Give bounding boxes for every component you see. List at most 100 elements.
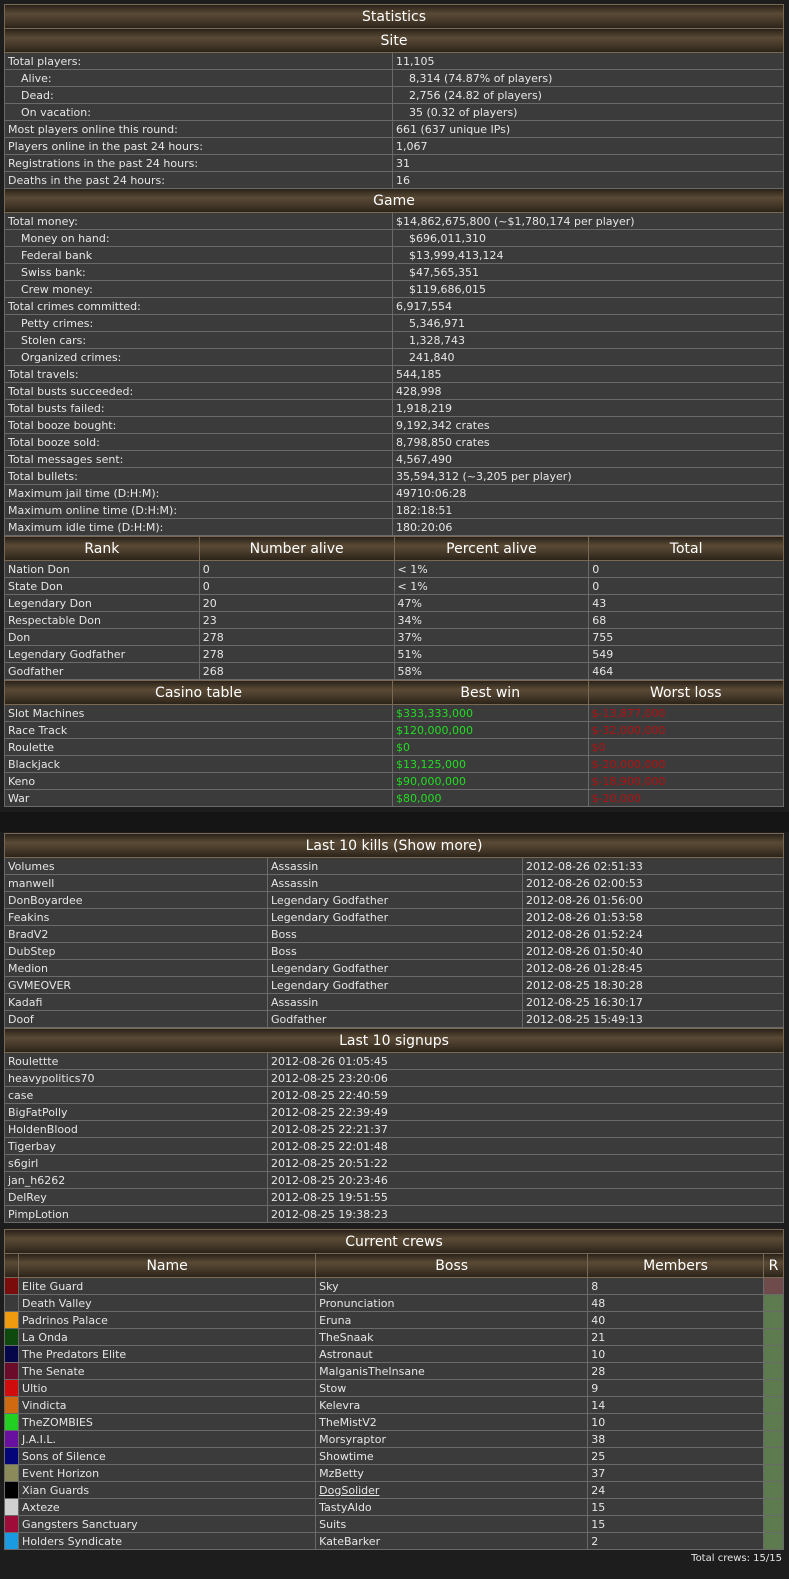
crew-boss-link[interactable]: MzBetty bbox=[315, 1464, 589, 1482]
crew-name-link[interactable]: Xian Guards bbox=[18, 1481, 317, 1499]
casino-game: Blackjack bbox=[4, 755, 393, 773]
activity-panel: Last 10 kills (Show more) Volumes Assassi… bbox=[4, 833, 784, 1223]
crew-row[interactable]: Vindicta Kelevra 14 bbox=[3, 1396, 785, 1414]
casino-best-win: $80,000 bbox=[392, 789, 589, 807]
signup-row: PimpLotion 2012-08-25 19:38:23 bbox=[4, 1205, 784, 1223]
crew-name-link[interactable]: Gangsters Sanctuary bbox=[18, 1515, 317, 1533]
signup-player-link[interactable]: PimpLotion bbox=[4, 1205, 268, 1223]
crew-boss-link[interactable]: Stow bbox=[315, 1379, 589, 1397]
stat-label: Deaths in the past 24 hours: bbox=[4, 171, 393, 189]
crew-row[interactable]: Elite Guard Sky 8 bbox=[3, 1277, 785, 1295]
crew-boss-link[interactable]: DogSolider bbox=[315, 1481, 589, 1499]
crew-name-link[interactable]: The Predators Elite bbox=[18, 1345, 317, 1363]
crew-boss-link[interactable]: KateBarker bbox=[315, 1532, 589, 1550]
rank-cell: 278 bbox=[198, 628, 395, 646]
casino-row: Roulette $0 $0 bbox=[4, 738, 784, 756]
rank-row: Legendary Godfather 278 51% 549 bbox=[4, 645, 784, 663]
crew-name-link[interactable]: Death Valley bbox=[18, 1294, 317, 1312]
crew-row[interactable]: The Senate MalganisTheInsane 28 bbox=[3, 1362, 785, 1380]
crew-boss-link[interactable]: MalganisTheInsane bbox=[315, 1362, 589, 1380]
crew-color-swatch bbox=[3, 1379, 20, 1397]
kill-row: manwell Assassin 2012-08-26 02:00:53 bbox=[4, 874, 784, 892]
crew-row[interactable]: Holders Syndicate KateBarker 2 bbox=[3, 1532, 785, 1550]
crew-name-link[interactable]: Elite Guard bbox=[18, 1277, 317, 1295]
crew-name-link[interactable]: J.A.I.L. bbox=[18, 1430, 317, 1448]
kill-player-link[interactable]: DubStep bbox=[4, 942, 268, 960]
signup-player-link[interactable]: Tigerbay bbox=[4, 1137, 268, 1155]
signup-player-link[interactable]: s6girl bbox=[4, 1154, 268, 1172]
game-row: Crew money: $119,686,015 bbox=[4, 280, 784, 298]
crew-boss-link[interactable]: TheSnaak bbox=[315, 1328, 589, 1346]
crew-boss-link[interactable]: Suits bbox=[315, 1515, 589, 1533]
crew-boss-link[interactable]: Eruna bbox=[315, 1311, 589, 1329]
crew-name-link[interactable]: Axteze bbox=[18, 1498, 317, 1516]
casino-game: War bbox=[4, 789, 393, 807]
crew-row[interactable]: La Onda TheSnaak 21 bbox=[3, 1328, 785, 1346]
crew-boss-link[interactable]: TheMistV2 bbox=[315, 1413, 589, 1431]
signup-player-link[interactable]: case bbox=[4, 1086, 268, 1104]
kill-row: GVMEOVER Legendary Godfather 2012-08-25 18… bbox=[4, 976, 784, 994]
stat-value: 2,756 (24.82 of players) bbox=[392, 86, 784, 104]
kill-player-link[interactable]: Doof bbox=[4, 1010, 268, 1028]
crew-name-link[interactable]: The Senate bbox=[18, 1362, 317, 1380]
kill-player-link[interactable]: Kadafi bbox=[4, 993, 268, 1011]
kill-rank: Legendary Godfather bbox=[267, 908, 523, 926]
rank-cell: 47% bbox=[393, 594, 590, 612]
crew-boss-link[interactable]: Showtime bbox=[315, 1447, 589, 1465]
signup-player-link[interactable]: HoldenBlood bbox=[4, 1120, 268, 1138]
signup-time: 2012-08-25 20:51:22 bbox=[267, 1154, 784, 1172]
game-row: Money on hand: $696,011,310 bbox=[4, 229, 784, 247]
kill-player-link[interactable]: GVMEOVER bbox=[4, 976, 268, 994]
crew-name-link[interactable]: TheZOMBIES bbox=[18, 1413, 317, 1431]
crew-row[interactable]: Axteze TastyAldo 15 bbox=[3, 1498, 785, 1516]
crew-name-link[interactable]: Holders Syndicate bbox=[18, 1532, 317, 1550]
crew-row[interactable]: Death Valley Pronunciation 48 bbox=[3, 1294, 785, 1312]
crew-row[interactable]: Event Horizon MzBetty 37 bbox=[3, 1464, 785, 1482]
crew-boss-link[interactable]: Morsyraptor bbox=[315, 1430, 589, 1448]
crew-name-link[interactable]: Sons of Silence bbox=[18, 1447, 317, 1465]
stat-label: Maximum online time (D:H:M): bbox=[4, 501, 393, 519]
kill-player-link[interactable]: BradV2 bbox=[4, 925, 268, 943]
kill-player-link[interactable]: Feakins bbox=[4, 908, 268, 926]
stat-label: Alive: bbox=[4, 69, 393, 87]
crew-row[interactable]: Sons of Silence Showtime 25 bbox=[3, 1447, 785, 1465]
stat-value: 49710:06:28 bbox=[392, 484, 784, 502]
crew-boss-link[interactable]: TastyAldo bbox=[315, 1498, 589, 1516]
crew-name-link[interactable]: Ultio bbox=[18, 1379, 317, 1397]
kill-rank: Assassin bbox=[267, 874, 523, 892]
crew-name-link[interactable]: Padrinos Palace bbox=[18, 1311, 317, 1329]
signup-player-link[interactable]: heavypolitics70 bbox=[4, 1069, 268, 1087]
crew-row[interactable]: J.A.I.L. Morsyraptor 38 bbox=[3, 1430, 785, 1448]
crew-boss-link[interactable]: Sky bbox=[315, 1277, 589, 1295]
crew-row[interactable]: The Predators Elite Astronaut 10 bbox=[3, 1345, 785, 1363]
crew-row[interactable]: Xian Guards DogSolider 24 bbox=[3, 1481, 785, 1499]
site-row: On vacation: 35 (0.32 of players) bbox=[4, 103, 784, 121]
kill-row: Medion Legendary Godfather 2012-08-26 01:2… bbox=[4, 959, 784, 977]
stat-label: Total players: bbox=[4, 52, 393, 70]
crew-name-link[interactable]: La Onda bbox=[18, 1328, 317, 1346]
crew-row[interactable]: Gangsters Sanctuary Suits 15 bbox=[3, 1515, 785, 1533]
signup-player-link[interactable]: BigFatPolly bbox=[4, 1103, 268, 1121]
kills-header[interactable]: Last 10 kills (Show more) bbox=[4, 833, 784, 858]
casino-game: Slot Machines bbox=[4, 704, 393, 722]
crew-row[interactable]: TheZOMBIES TheMistV2 10 bbox=[3, 1413, 785, 1431]
casino-table: Casino table Best win Worst loss Slot Machi… bbox=[4, 680, 784, 807]
stat-label: Money on hand: bbox=[4, 229, 393, 247]
stat-label: Players online in the past 24 hours: bbox=[4, 137, 393, 155]
crew-boss-link[interactable]: Kelevra bbox=[315, 1396, 589, 1414]
crew-row[interactable]: Padrinos Palace Eruna 40 bbox=[3, 1311, 785, 1329]
kill-player-link[interactable]: Volumes bbox=[4, 857, 268, 875]
kill-player-link[interactable]: DonBoyardee bbox=[4, 891, 268, 909]
crew-boss-link[interactable]: Astronaut bbox=[315, 1345, 589, 1363]
crew-name-link[interactable]: Event Horizon bbox=[18, 1464, 317, 1482]
kill-player-link[interactable]: Medion bbox=[4, 959, 268, 977]
signup-player-link[interactable]: DelRey bbox=[4, 1188, 268, 1206]
kill-player-link[interactable]: manwell bbox=[4, 874, 268, 892]
casino-col-header: Casino table bbox=[4, 680, 393, 705]
casino-game: Race Track bbox=[4, 721, 393, 739]
crew-boss-link[interactable]: Pronunciation bbox=[315, 1294, 589, 1312]
crew-name-link[interactable]: Vindicta bbox=[18, 1396, 317, 1414]
signup-player-link[interactable]: jan_h6262 bbox=[4, 1171, 268, 1189]
signup-player-link[interactable]: Roulettte bbox=[4, 1052, 268, 1070]
crew-row[interactable]: Ultio Stow 9 bbox=[3, 1379, 785, 1397]
